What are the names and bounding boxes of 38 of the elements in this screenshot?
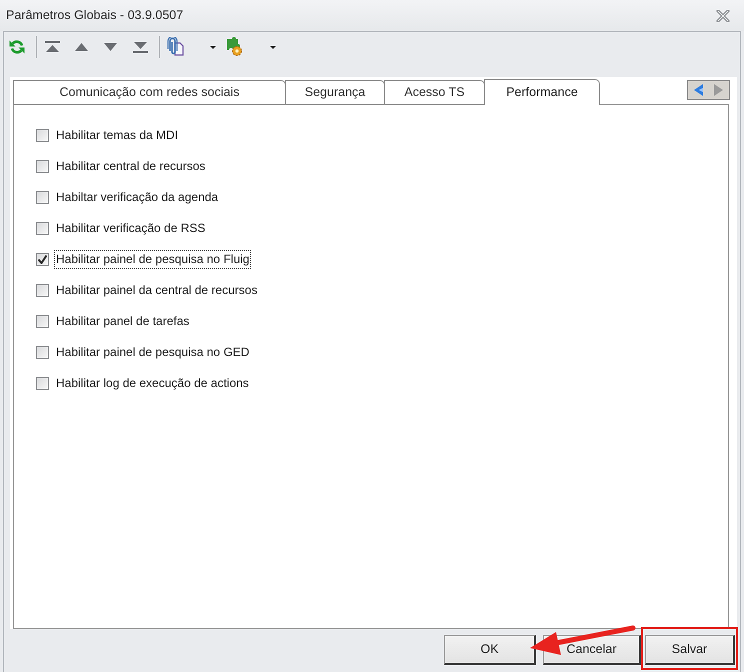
checkbox[interactable] [36, 253, 49, 266]
checkbox[interactable] [36, 284, 49, 297]
checkbox[interactable] [36, 222, 49, 235]
tab[interactable]: Performance [484, 79, 600, 105]
caret-icon[interactable] [210, 46, 216, 48]
checkbox-label[interactable]: Habilitar painel da central de recursos [54, 281, 260, 300]
window-title: Parâmetros Globais - 03.9.0507 [6, 7, 184, 24]
checkbox-label[interactable]: Habilitar panel de tarefas [54, 312, 192, 331]
checkbox[interactable] [36, 315, 49, 328]
up-arrow-icon[interactable] [75, 43, 88, 51]
checkbox[interactable] [36, 377, 49, 390]
caret-icon[interactable] [270, 46, 276, 48]
down-arrow-icon[interactable] [104, 43, 117, 51]
checkbox[interactable] [36, 160, 49, 173]
checkbox[interactable] [36, 191, 49, 204]
checkbox-label[interactable]: Habilitar verificação de RSS [54, 219, 208, 238]
tab[interactable]: Comunicação com redes sociais [13, 80, 286, 105]
left-arrow-icon[interactable] [694, 84, 703, 96]
dialog-button[interactable]: Salvar [645, 635, 735, 665]
checkbox-label[interactable]: Habilitar central de recursos [54, 157, 208, 176]
refresh-icon[interactable] [9, 39, 25, 55]
attachment-icon[interactable] [166, 37, 184, 57]
checkbox-label[interactable]: Habilitar temas da MDI [54, 126, 180, 145]
checkbox[interactable] [36, 129, 49, 142]
checkbox[interactable] [36, 346, 49, 359]
checkbox-label[interactable]: Habilitar painel de pesquisa no Fluig [54, 250, 252, 269]
checkmark-icon [38, 255, 47, 264]
dialog-button[interactable]: OK [444, 635, 536, 665]
last-record-icon[interactable] [133, 41, 148, 53]
gear-icon[interactable] [224, 37, 244, 57]
checkbox-label[interactable]: Habilitar log de execução de actions [54, 374, 251, 393]
checkbox-label[interactable]: Habilitar painel de pesquisa no GED [54, 343, 252, 362]
tab[interactable]: Segurança [285, 80, 385, 105]
first-record-icon[interactable] [45, 41, 60, 53]
checkbox-label[interactable]: Habiltar verificação da agenda [54, 188, 220, 207]
tab[interactable]: Acesso TS [384, 80, 485, 105]
right-arrow-icon[interactable] [714, 84, 724, 96]
close-icon[interactable] [716, 10, 730, 22]
